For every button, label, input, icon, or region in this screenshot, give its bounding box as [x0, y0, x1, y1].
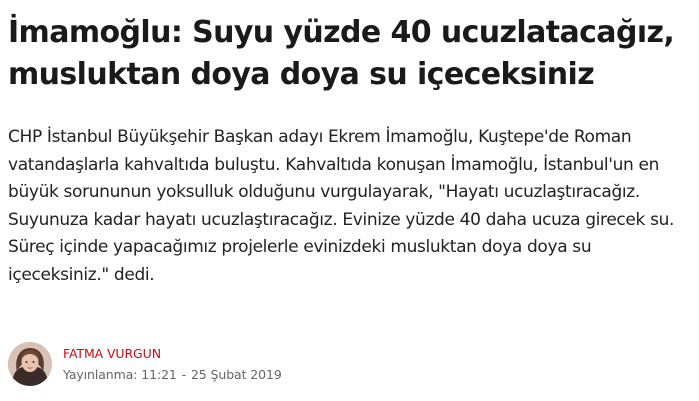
- publish-info: Yayınlanma: 11:21 - 25 Şubat 2019: [63, 366, 282, 383]
- published-time: 11:21: [141, 367, 177, 382]
- published-date: 25 Şubat 2019: [190, 367, 282, 382]
- headline-line-1: İmamoğlu: Suyu yüzde 40 ucuzlatacağız,: [8, 15, 675, 50]
- published-separator: -: [181, 367, 187, 382]
- headline-line-2: musluktan doya doya su içeceksiniz: [8, 57, 595, 92]
- byline-text: FATMA VURGUN Yayınlanma: 11:21 - 25 Şuba…: [63, 345, 282, 383]
- author-avatar[interactable]: [8, 342, 52, 386]
- byline: FATMA VURGUN Yayınlanma: 11:21 - 25 Şuba…: [8, 341, 282, 387]
- article: İmamoğlu: Suyu yüzde 40 ucuzlatacağız, m…: [8, 12, 693, 289]
- published-label: Yayınlanma:: [63, 367, 138, 382]
- headline: İmamoğlu: Suyu yüzde 40 ucuzlatacağız, m…: [8, 12, 693, 96]
- author-name[interactable]: FATMA VURGUN: [63, 345, 282, 362]
- author-photo-icon: [8, 342, 52, 386]
- article-summary: CHP İstanbul Büyükşehir Başkan adayı Ekr…: [8, 127, 675, 285]
